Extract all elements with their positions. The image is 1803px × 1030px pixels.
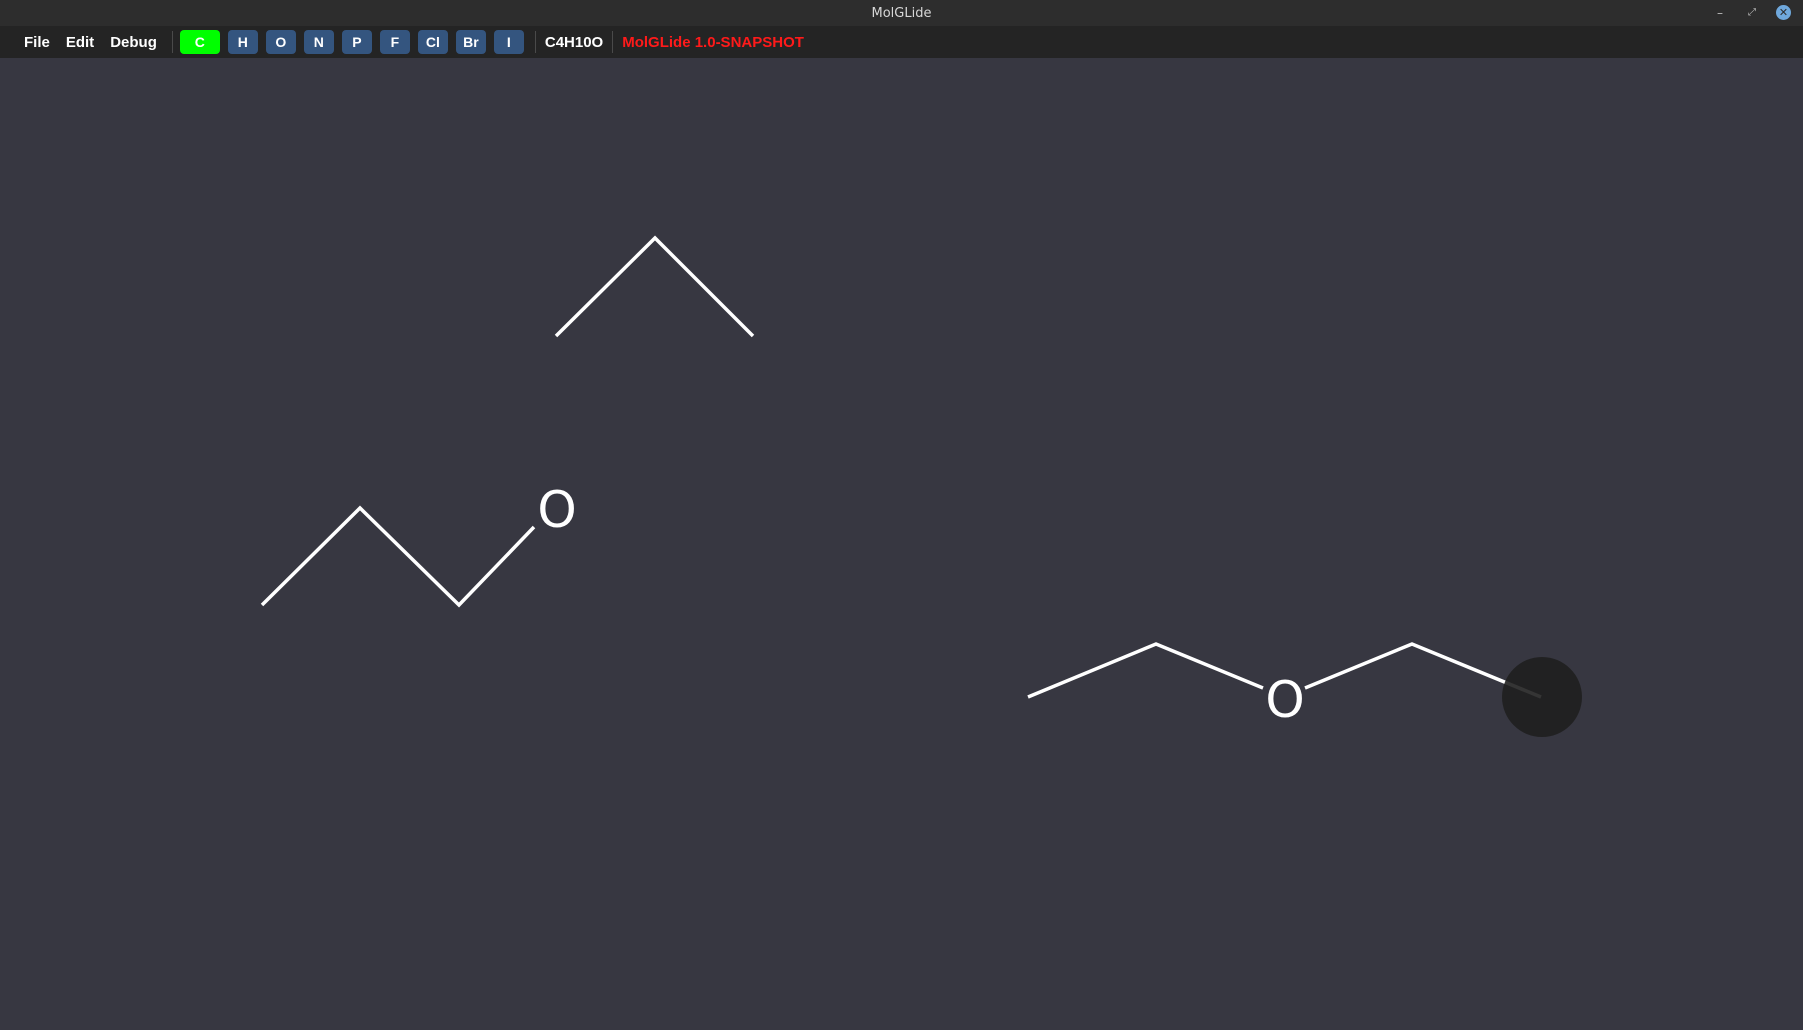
element-button-c[interactable]: C	[179, 30, 220, 54]
element-button-cl[interactable]: Cl	[417, 30, 448, 54]
toolbar-divider	[534, 31, 536, 53]
molecule-canvas[interactable]: O O	[0, 58, 1803, 1030]
minimize-icon[interactable]: –	[1712, 5, 1728, 21]
toolbar-divider	[171, 31, 173, 53]
maximize-icon[interactable]: ⤢	[1744, 5, 1760, 21]
debug-menu[interactable]: Debug	[102, 34, 165, 51]
atom-cursor-circle	[1502, 657, 1582, 737]
element-button-p[interactable]: P	[341, 30, 372, 54]
toolbar-divider	[612, 31, 614, 53]
element-button-h[interactable]: H	[227, 30, 258, 54]
element-button-f[interactable]: F	[379, 30, 410, 54]
oxygen-atom-label[interactable]: O	[537, 481, 576, 539]
molecular-formula: C4H10O	[544, 33, 604, 51]
close-icon[interactable]: ✕	[1776, 5, 1791, 20]
file-menu[interactable]: File	[16, 34, 58, 51]
title-bar: MolGLide – ⤢ ✕	[0, 0, 1803, 26]
version-label: MolGLide 1.0-SNAPSHOT	[622, 33, 804, 51]
element-button-br[interactable]: Br	[455, 30, 486, 54]
oxygen-atom-label[interactable]: O	[1265, 671, 1304, 729]
app-window: MolGLide – ⤢ ✕ File Edit Debug C H O N P…	[0, 0, 1803, 1030]
bond[interactable]	[260, 505, 536, 608]
bond[interactable]	[1027, 642, 1264, 699]
element-button-n[interactable]: N	[303, 30, 334, 54]
window-title: MolGLide	[871, 5, 932, 21]
bond[interactable]	[554, 235, 755, 338]
edit-menu[interactable]: Edit	[58, 34, 102, 51]
element-button-i[interactable]: I	[493, 30, 524, 54]
element-button-o[interactable]: O	[265, 30, 296, 54]
toolbar: File Edit Debug C H O N P F Cl Br I C4H1…	[0, 26, 1803, 58]
